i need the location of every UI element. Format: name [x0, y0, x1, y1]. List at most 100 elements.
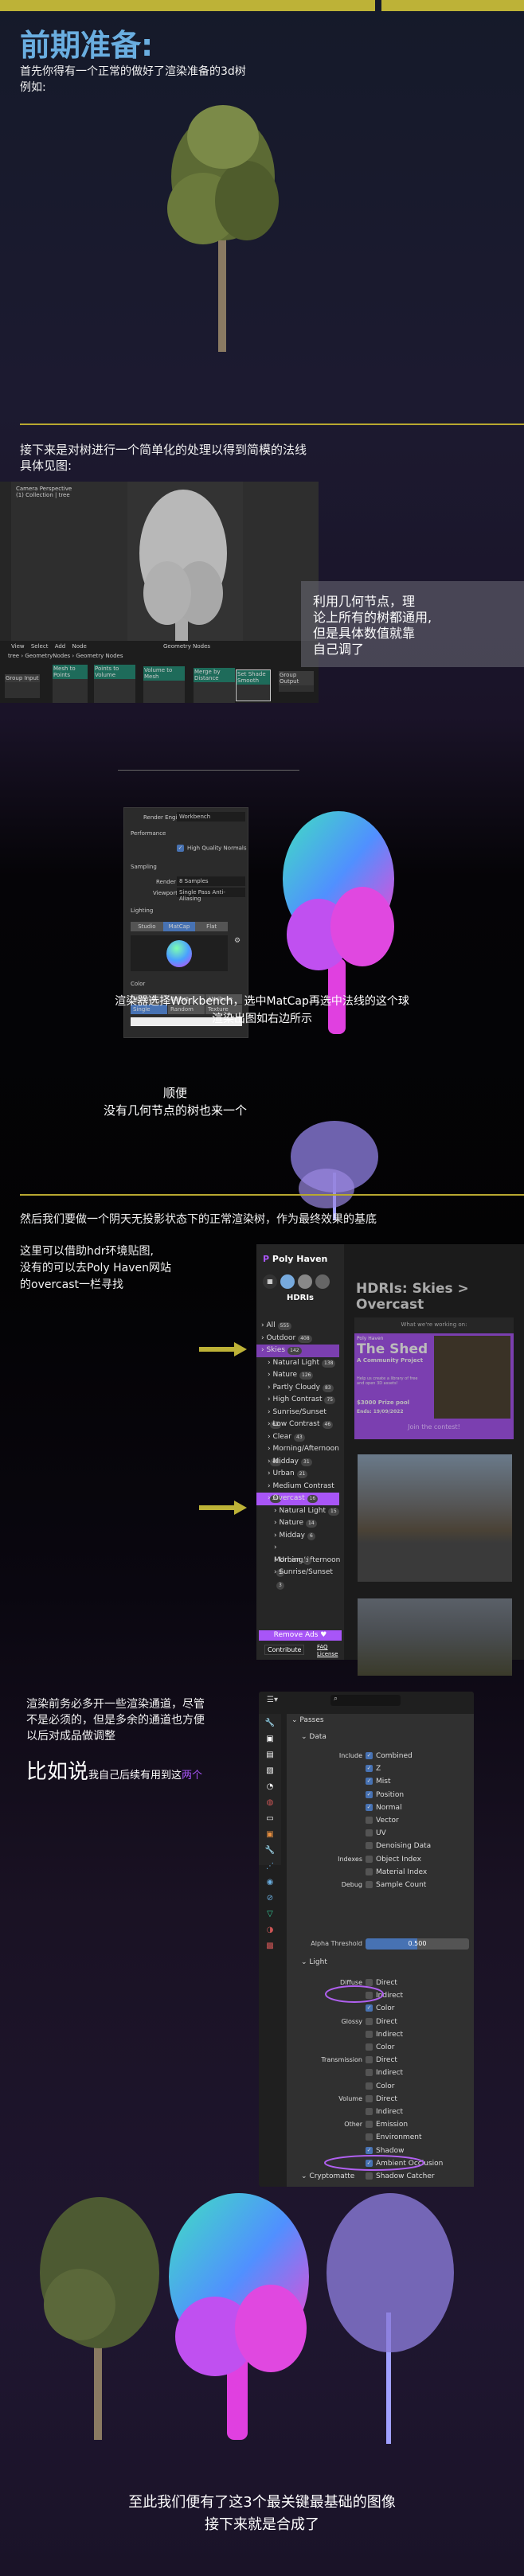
- menu-item[interactable]: Node: [72, 643, 87, 650]
- pass-checkbox[interactable]: UV: [366, 1827, 386, 1840]
- category-item[interactable]: › Medium Contrast20: [256, 1481, 339, 1503]
- pass-checkbox[interactable]: Color: [366, 2080, 395, 2093]
- node[interactable]: Mesh to Points: [53, 665, 88, 703]
- category-item[interactable]: › High Contrast 75: [256, 1394, 339, 1407]
- category-item[interactable]: › Nature 126: [256, 1369, 339, 1382]
- checkbox[interactable]: ✓: [366, 1752, 373, 1759]
- node-tree-name[interactable]: Geometry Nodes: [163, 643, 210, 650]
- pass-checkbox[interactable]: Object Index: [366, 1853, 421, 1866]
- checkbox[interactable]: [366, 2082, 373, 2090]
- models-icon[interactable]: [315, 1274, 330, 1289]
- pass-checkbox[interactable]: Emission: [366, 2118, 408, 2131]
- pass-checkbox[interactable]: Sample Count: [366, 1879, 426, 1891]
- panel-header[interactable]: Color: [131, 981, 145, 987]
- material-icon[interactable]: ◑: [267, 1926, 274, 1934]
- alpha-threshold-slider[interactable]: 0.500: [366, 1938, 469, 1950]
- texture-icon[interactable]: ▩: [266, 1942, 273, 1950]
- pass-checkbox[interactable]: Color: [366, 2041, 395, 2054]
- render-samples-dropdown[interactable]: 8 Samples: [177, 876, 245, 886]
- checkbox[interactable]: [366, 2094, 373, 2102]
- menu-item[interactable]: Select: [31, 643, 49, 650]
- pass-checkbox[interactable]: Direct: [366, 2054, 397, 2067]
- polyhaven-logo[interactable]: P Poly Haven: [263, 1254, 327, 1264]
- checkbox[interactable]: ✓: [366, 1803, 373, 1811]
- checkbox[interactable]: [366, 2030, 373, 2038]
- category-item[interactable]: › All 555: [256, 1320, 339, 1333]
- category-item[interactable]: › Nature 14: [256, 1517, 339, 1530]
- pass-checkbox[interactable]: ✓ Mist: [366, 1775, 390, 1788]
- category-item[interactable]: › Sunrise/Sunset61: [256, 1407, 339, 1429]
- scene-icon[interactable]: ◔: [267, 1782, 274, 1791]
- matcap-preview[interactable]: [131, 935, 228, 971]
- node[interactable]: Points to Volume: [94, 665, 135, 703]
- pass-checkbox[interactable]: Direct: [366, 2093, 397, 2106]
- category-item[interactable]: › Morning/Afternoon42: [256, 1443, 339, 1466]
- hdri-icon[interactable]: [280, 1274, 295, 1289]
- node[interactable]: Set Shade Smooth: [236, 669, 271, 701]
- category-item[interactable]: › Low Contrast 46: [256, 1419, 339, 1431]
- world-icon[interactable]: ◍: [267, 1798, 274, 1807]
- pass-checkbox[interactable]: Environment: [366, 2131, 421, 2144]
- menu-item[interactable]: View: [11, 643, 25, 650]
- pass-checkbox[interactable]: Indirect: [366, 2106, 403, 2118]
- promo-banner[interactable]: What we're working on: Poly Haven The Sh…: [354, 1317, 514, 1439]
- node[interactable]: Volume to Mesh: [143, 666, 185, 703]
- node[interactable]: Group Input: [5, 674, 40, 698]
- pass-checkbox[interactable]: ✓ Z: [366, 1762, 381, 1775]
- pass-checkbox[interactable]: ✓ Position: [366, 1789, 404, 1801]
- category-item[interactable]: › Midday 6: [256, 1530, 339, 1543]
- hq-normals-checkbox[interactable]: ✓ High Quality Normals: [177, 845, 247, 852]
- checkbox[interactable]: [366, 1881, 373, 1888]
- viewport-aa-dropdown[interactable]: Single Pass Anti-Aliasing: [177, 888, 245, 902]
- tab-matcap[interactable]: MatCap: [162, 922, 196, 931]
- checkbox[interactable]: [366, 2172, 373, 2180]
- render-engine-dropdown[interactable]: Workbench: [177, 812, 245, 822]
- pass-checkbox[interactable]: Direct: [366, 2016, 397, 2028]
- hdri-thumbnail[interactable]: [358, 1598, 512, 1676]
- checkbox[interactable]: ✓: [366, 1765, 373, 1773]
- checkbox[interactable]: [366, 1842, 373, 1850]
- category-item[interactable]: › Urban 21: [256, 1468, 339, 1481]
- checkbox[interactable]: [366, 2108, 373, 2115]
- category-item[interactable]: › Sunrise/Sunset3: [256, 1567, 339, 1590]
- checkbox[interactable]: [366, 1868, 373, 1875]
- node-editor-menu[interactable]: View Select Add Node: [11, 643, 87, 650]
- data-header[interactable]: ⌄ Data: [301, 1733, 327, 1741]
- output-icon[interactable]: ▤: [266, 1751, 273, 1759]
- panel-header[interactable]: Lighting: [131, 907, 153, 914]
- license-link[interactable]: License: [317, 1651, 338, 1658]
- normal-matcap-sphere[interactable]: [166, 940, 192, 967]
- node-editor[interactable]: View Select Add Node Geometry Nodes tree…: [0, 641, 319, 703]
- collection-icon[interactable]: ▭: [266, 1814, 273, 1823]
- checkbox[interactable]: [366, 2043, 373, 2051]
- checkbox[interactable]: ✓: [366, 1778, 373, 1786]
- faq-link[interactable]: FAQ: [317, 1644, 338, 1651]
- contribute-button[interactable]: Contribute: [264, 1645, 305, 1655]
- checkbox[interactable]: [366, 2133, 373, 2141]
- view-layer-icon[interactable]: ▧: [266, 1766, 273, 1775]
- category-item[interactable]: › Outdoor 408: [256, 1333, 339, 1345]
- checkbox[interactable]: [366, 1829, 373, 1837]
- checkbox[interactable]: [366, 2056, 373, 2064]
- tab-flat[interactable]: Flat: [195, 922, 229, 931]
- node[interactable]: Group Output: [279, 671, 314, 692]
- category-item[interactable]: › Natural Light 15: [256, 1505, 339, 1518]
- passes-header[interactable]: ⌄ Passes: [291, 1716, 324, 1724]
- category-item[interactable]: › Overcast 16: [256, 1493, 339, 1505]
- category-item[interactable]: › Midday 31: [256, 1456, 339, 1469]
- render-icon[interactable]: ▣: [266, 1735, 273, 1743]
- physics-icon[interactable]: ◉: [267, 1878, 274, 1887]
- object-icon[interactable]: ▣: [266, 1830, 273, 1839]
- checkbox[interactable]: ✓: [366, 2004, 373, 2012]
- checkbox[interactable]: [366, 2121, 373, 2129]
- particles-icon[interactable]: ⋰: [266, 1862, 274, 1871]
- panel-header[interactable]: Performance: [131, 830, 166, 837]
- gear-icon[interactable]: ⚙: [234, 937, 240, 945]
- editor-type-icon[interactable]: ☰▾: [267, 1696, 278, 1704]
- category-item[interactable]: › Natural Light 138: [256, 1357, 339, 1370]
- modifier-icon[interactable]: 🔧: [265, 1846, 275, 1855]
- join-contest-link[interactable]: Join the contest!: [354, 1423, 514, 1430]
- pass-checkbox[interactable]: Denoising Data: [366, 1840, 431, 1852]
- textures-icon[interactable]: [298, 1274, 312, 1289]
- category-item[interactable]: › Morning/Afternoon5: [256, 1542, 340, 1577]
